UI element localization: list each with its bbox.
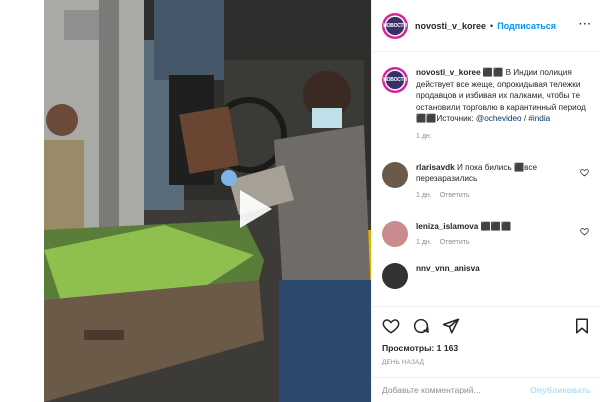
comments-list[interactable]: НОВОСТИ novosti_v_koree ⬛⬛ В Индии полиц… — [372, 53, 600, 301]
left-margin — [0, 0, 44, 402]
comment-icon[interactable] — [412, 317, 430, 335]
video-player[interactable] — [44, 0, 371, 402]
post-comment-button[interactable]: Опубликовать — [530, 385, 591, 395]
bookmark-icon[interactable] — [573, 317, 591, 335]
comment-item: nnv_vnn_anisva — [382, 262, 591, 289]
like-comment-icon[interactable] — [580, 168, 589, 177]
post-header: НОВОСТИ novosti_v_koree • Подписаться ··… — [372, 0, 600, 52]
caption-avatar-text: НОВОСТИ — [383, 71, 407, 89]
comment-item: leniza_islamova ⬛⬛⬛ 1 дн. Ответить — [382, 220, 591, 247]
reply-button[interactable]: Ответить — [440, 192, 470, 199]
comment-username[interactable]: rlarisavdk — [416, 163, 455, 172]
follow-button[interactable]: Подписаться — [497, 21, 556, 31]
comment-username[interactable]: leniza_islamova — [416, 222, 478, 231]
caption-avatar[interactable]: НОВОСТИ — [382, 67, 408, 93]
separator-dot: • — [490, 20, 494, 31]
commenter-avatar[interactable] — [382, 161, 408, 188]
comment-username[interactable]: nnv_vnn_anisva — [416, 264, 480, 273]
author-avatar[interactable]: НОВОСТИ — [382, 12, 408, 39]
views-number: 1 163 — [436, 343, 459, 353]
video-frame — [44, 0, 371, 402]
comment-text: leniza_islamova ⬛⬛⬛ — [416, 221, 576, 233]
commenter-avatar[interactable] — [382, 220, 408, 247]
play-icon — [240, 190, 272, 228]
caption: НОВОСТИ novosti_v_koree ⬛⬛ В Индии полиц… — [382, 67, 591, 140]
caption-username[interactable]: novosti_v_koree — [416, 68, 481, 77]
add-comment-bar: Опубликовать — [372, 377, 600, 402]
post-date: день назад — [382, 359, 425, 366]
views-count[interactable]: Просмотры: 1 163 — [382, 343, 591, 353]
comment-time: 1 дн. — [416, 191, 432, 199]
author-username[interactable]: novosti_v_koree — [415, 21, 486, 31]
comment-item: rlarisavdk И пока бились ⬛все перезарази… — [382, 161, 591, 199]
heart-icon[interactable] — [382, 317, 400, 335]
avatar-text: НОВОСТИ — [383, 16, 407, 35]
like-comment-icon[interactable] — [580, 227, 589, 236]
comment-meta: 1 дн. Ответить — [416, 239, 576, 246]
comment-input[interactable] — [382, 385, 531, 395]
caption-text: novosti_v_koree ⬛⬛ В Индии полиция дейст… — [416, 67, 594, 125]
play-button[interactable] — [230, 186, 276, 232]
source-link[interactable]: @ochevideo — [476, 114, 522, 123]
share-icon[interactable] — [442, 317, 460, 335]
comment-meta: 1 дн. Ответить — [416, 192, 576, 199]
hashtag-link[interactable]: #india — [528, 114, 550, 123]
action-icons — [382, 315, 591, 337]
comment-text: nnv_vnn_anisva — [416, 263, 576, 275]
post-actions: Просмотры: 1 163 день назад — [372, 306, 600, 376]
more-options-icon[interactable]: ··· — [579, 19, 592, 30]
comment-body: ⬛⬛⬛ — [478, 221, 512, 231]
caption-time: 1 дн. — [416, 132, 432, 140]
post-panel: НОВОСТИ novosti_v_koree • Подписаться ··… — [371, 0, 600, 402]
comment-time: 1 дн. — [416, 239, 432, 246]
views-label: Просмотры: — [382, 343, 435, 353]
commenter-avatar[interactable] — [382, 262, 408, 289]
reply-button[interactable]: Ответить — [440, 239, 470, 246]
comment-text: rlarisavdk И пока бились ⬛все перезарази… — [416, 162, 576, 185]
